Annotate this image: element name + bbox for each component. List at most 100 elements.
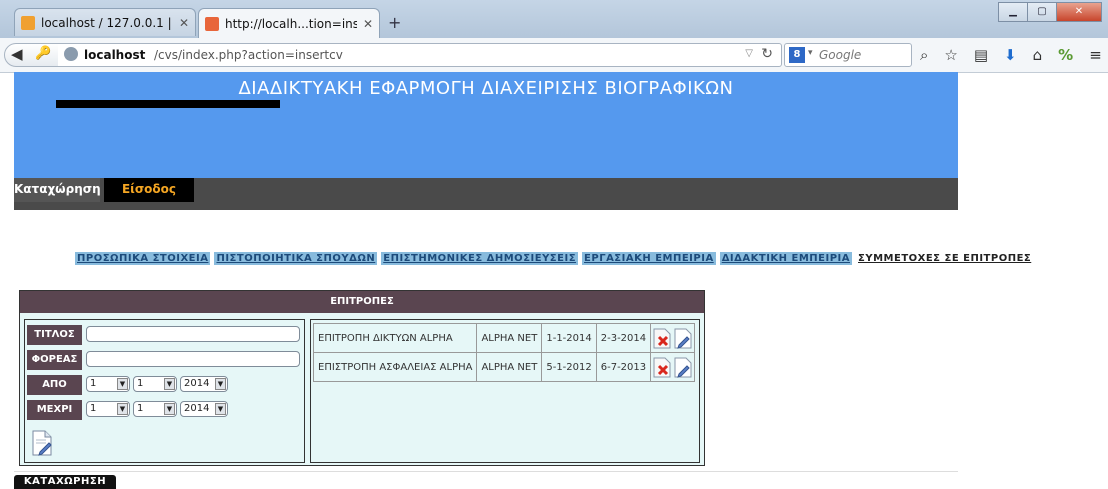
org-input[interactable] [86, 351, 300, 367]
from-year-select[interactable]: 2014 ▼ [180, 376, 228, 392]
chevron-down-icon: ▼ [215, 403, 226, 415]
phpmyadmin-favicon-icon [21, 15, 35, 30]
menu-icon[interactable]: ≡ [1089, 46, 1102, 64]
search-input-placeholder[interactable]: Google [819, 48, 861, 62]
menu-login[interactable]: Είσοδος [104, 178, 194, 202]
window-controls: ▁ ▢ ✕ [998, 2, 1102, 22]
home-icon[interactable]: ⌂ [1033, 46, 1043, 64]
menu-register[interactable]: Καταχώρηση [14, 178, 101, 202]
to-month-value: 1 [137, 403, 144, 414]
chevron-down-icon: ▼ [164, 403, 175, 415]
from-day-select[interactable]: 1 ▼ [86, 376, 130, 392]
browser-titlebar: localhost / 127.0.0.1 | php... ✕ http://… [0, 0, 1108, 38]
from-month-value: 1 [137, 378, 144, 389]
form-row-to: ΜΕΧΡΙ 1 ▼ 1 ▼ 2014 ▼ [25, 398, 304, 421]
search-engine-dropdown-icon[interactable]: ▾ [808, 48, 813, 58]
committee-title: ΕΠΙΣΤΡΟΠΗ ΑΣΦΑΛΕΙΑΣ ALPHA [312, 352, 478, 382]
committee-from: 5-1-2012 [541, 352, 597, 382]
tab-title: localhost / 127.0.0.1 | php... [41, 15, 173, 30]
maximize-icon[interactable]: ▢ [1027, 2, 1057, 22]
window-close-icon[interactable]: ✕ [1056, 2, 1102, 22]
to-day-select[interactable]: 1 ▼ [86, 401, 130, 417]
row-actions [650, 323, 696, 353]
from-label: ΑΠΟ [27, 375, 82, 395]
tab-phpmyadmin[interactable]: localhost / 127.0.0.1 | php... ✕ [14, 8, 196, 36]
panel-title: ΕΠΙΤΡΟΠΕΣ [20, 291, 704, 313]
identity-icon[interactable]: 🔑 [35, 46, 51, 61]
to-year-select[interactable]: 2014 ▼ [180, 401, 228, 417]
tab-close-icon[interactable]: ✕ [179, 16, 189, 30]
edit-icon[interactable] [674, 356, 692, 378]
search-engine-icon[interactable]: 8 [789, 47, 805, 63]
extension-icon[interactable]: % [1058, 46, 1073, 64]
org-label: ΦΟΡΕΑΣ [27, 350, 82, 370]
section-link-degrees[interactable]: ΠΙΣΤΟΠΟΙΗΤΙΚΑ ΣΠΟΥΔΩΝ [214, 252, 378, 265]
main-menu: Καταχώρηση Είσοδος [14, 178, 958, 210]
committee-form: ΤΙΤΛΟΣ ΦΟΡΕΑΣ ΑΠΟ 1 ▼ 1 ▼ 2014 ▼ ΜΕΧΡΙ 1… [24, 319, 305, 463]
chevron-down-icon: ▼ [215, 378, 226, 390]
new-tab-icon[interactable]: + [388, 13, 401, 32]
committees-list: ΕΠΙΤΡΟΠΗ ΔΙΚΤΥΩΝ ALPHA ALPHA NET 1-1-201… [310, 319, 700, 463]
form-row-from: ΑΠΟ 1 ▼ 1 ▼ 2014 ▼ [25, 373, 304, 396]
section-link-teaching-experience[interactable]: ΔΙΔΑΚΤΙΚΗ ΕΜΠΕΙΡΙΑ [719, 252, 853, 265]
title-label: ΤΙΤΛΟΣ [27, 325, 82, 345]
tab-insertcv[interactable]: http://localh...tion=insertcv ✕ [198, 8, 380, 38]
divider [14, 471, 958, 472]
committees-table: ΕΠΙΤΡΟΠΗ ΔΙΚΤΥΩΝ ALPHA ALPHA NET 1-1-201… [312, 323, 696, 382]
edit-icon[interactable] [674, 327, 692, 349]
submit-button[interactable]: ΚΑΤΑΧΩΡΗΣΗ [14, 475, 116, 489]
chevron-down-icon: ▼ [164, 378, 175, 390]
section-link-personal[interactable]: ΠΡΟΣΩΠΙΚΑ ΣΤΟΙΧΕΙΑ [75, 252, 211, 265]
table-row: ΕΠΙΣΤΡΟΠΗ ΑΣΦΑΛΕΙΑΣ ALPHA ALPHA NET 5-1-… [312, 352, 696, 382]
form-row-org: ΦΟΡΕΑΣ [25, 348, 304, 371]
site-header: ΔΙΑΔΙΚΤΥΑΚΗ ΕΦΑΡΜΟΓΗ ΔΙΑΧΕΙΡΙΣΗΣ ΒΙΟΓΡΑΦ… [14, 72, 958, 178]
delete-icon[interactable] [653, 356, 671, 378]
browser-navbar: ◀ 🔑 localhost /cvs/index.php?action=inse… [0, 38, 1108, 73]
form-row-title: ΤΙΤΛΟΣ [25, 323, 304, 346]
section-link-publications[interactable]: ΕΠΙΣΤΗΜΟΝΙΚΕΣ ΔΗΜΟΣΙΕΥΣΕΙΣ [381, 252, 579, 265]
committees-panel: ΕΠΙΤΡΟΠΕΣ ΤΙΤΛΟΣ ΦΟΡΕΑΣ ΑΠΟ 1 ▼ 1 ▼ 2014… [19, 290, 705, 466]
bookmark-star-icon[interactable]: ☆ [944, 46, 957, 64]
reload-icon[interactable]: ↻ [761, 46, 773, 62]
to-month-select[interactable]: 1 ▼ [133, 401, 177, 417]
committee-title: ΕΠΙΤΡΟΠΗ ΔΙΚΤΥΩΝ ALPHA [312, 323, 478, 353]
from-day-value: 1 [90, 378, 97, 389]
chevron-down-icon: ▼ [117, 403, 128, 415]
section-link-work-experience[interactable]: ΕΡΓΑΣΙΑΚΗ ΕΜΠΕΙΡΙΑ [582, 252, 716, 265]
committee-from: 1-1-2014 [541, 323, 597, 353]
committee-org: ALPHA NET [476, 323, 543, 353]
to-year-value: 2014 [184, 403, 210, 414]
from-year-value: 2014 [184, 378, 210, 389]
committee-org: ALPHA NET [476, 352, 543, 382]
url-host: localhost [84, 48, 146, 62]
search-icon[interactable]: ⌕ [920, 46, 928, 64]
section-link-committees[interactable]: ΣΥΜΜΕΤΟΧΕΣ ΣΕ ΕΠΙΤΡΟΠΕΣ [856, 252, 1033, 265]
from-month-select[interactable]: 1 ▼ [133, 376, 177, 392]
committee-to: 6-7-2013 [595, 352, 652, 382]
download-icon[interactable]: ⬇ [1004, 46, 1017, 64]
chevron-down-icon: ▼ [117, 378, 128, 390]
tab-title: http://localh...tion=insertcv [225, 16, 357, 31]
to-label: ΜΕΧΡΙ [27, 400, 82, 420]
tab-close-icon[interactable]: ✕ [363, 17, 373, 31]
search-bar[interactable]: 8 ▾ Google [784, 43, 912, 67]
browser-toolbar-icons: ⌕ ☆ ▤ ⬇ ⌂ % ≡ [920, 46, 1102, 64]
row-actions [650, 352, 696, 382]
site-title: ΔΙΑΔΙΚΤΥΑΚΗ ΕΦΑΡΜΟΓΗ ΔΙΑΧΕΙΡΙΣΗΣ ΒΙΟΓΡΑΦ… [238, 78, 734, 99]
to-day-value: 1 [90, 403, 97, 414]
url-history-dropdown-icon[interactable]: ▽ [745, 48, 753, 59]
back-arrow-icon[interactable]: ◀ [11, 45, 23, 63]
section-nav: ΠΡΟΣΩΠΙΚΑ ΣΤΟΙΧΕΙΑ ΠΙΣΤΟΠΟΙΗΤΙΚΑ ΣΠΟΥΔΩΝ… [75, 252, 1037, 265]
table-row: ΕΠΙΤΡΟΠΗ ΔΙΚΤΥΩΝ ALPHA ALPHA NET 1-1-201… [312, 323, 696, 353]
url-path: /cvs/index.php?action=insertcv [154, 48, 343, 62]
save-document-icon[interactable] [31, 430, 53, 456]
redaction-bar [56, 100, 280, 108]
page-favicon-icon [205, 16, 219, 31]
address-bar[interactable]: localhost /cvs/index.php?action=insertcv… [58, 43, 782, 67]
minimize-icon[interactable]: ▁ [998, 2, 1028, 22]
delete-icon[interactable] [653, 327, 671, 349]
committee-to: 2-3-2014 [595, 323, 652, 353]
globe-icon [64, 47, 78, 61]
title-input[interactable] [86, 326, 300, 342]
bookmarks-list-icon[interactable]: ▤ [974, 46, 988, 64]
